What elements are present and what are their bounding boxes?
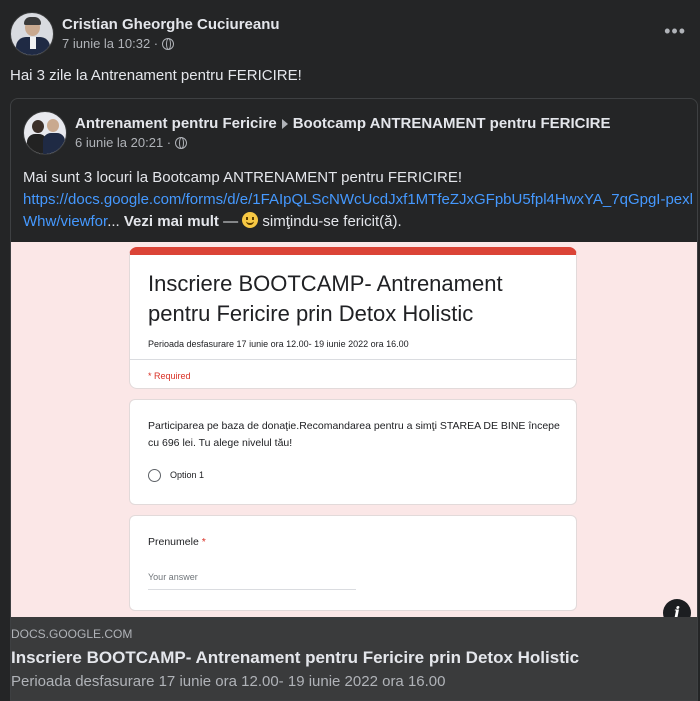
question-label-text: Prenumele — [148, 536, 199, 548]
form-question-card: Participarea pe baza de donaţie.Recomand… — [129, 399, 577, 505]
form-question-card: Prenumele * Your answer — [129, 515, 577, 611]
shared-meta: Antrenament pentru Fericire Bootcamp ANT… — [75, 114, 611, 152]
shared-time-text[interactable]: 6 iunie la 20:21 · — [75, 134, 171, 152]
question-label: Prenumele * — [148, 536, 206, 548]
post-time-text[interactable]: 7 iunie la 10:32 · — [62, 35, 158, 53]
form-title-card: Inscriere BOOTCAMP- Antrenament pentru F… — [129, 247, 577, 389]
text-ellipsis: ... — [107, 213, 120, 230]
see-more-link[interactable]: Vezi mai mult — [124, 213, 219, 230]
link-description: Perioada desfasurare 17 iunie ora 12.00-… — [11, 673, 446, 690]
link-preview-image[interactable]: Inscriere BOOTCAMP- Antrenament pentru F… — [11, 242, 697, 617]
group-name-link[interactable]: Antrenament pentru Fericire — [75, 114, 277, 134]
shared-post-header: Antrenament pentru Fericire Bootcamp ANT… — [23, 111, 611, 155]
triangle-right-icon — [281, 119, 288, 129]
answer-placeholder: Your answer — [148, 572, 356, 590]
author-name[interactable]: Cristian Gheorghe Cuciureanu — [62, 15, 280, 35]
link-title[interactable]: Inscriere BOOTCAMP- Antrenament pentru F… — [11, 648, 579, 668]
globe-icon — [162, 38, 175, 50]
shared-post-text: Mai sunt 3 locuri la Bootcamp ANTRENAMEN… — [23, 167, 693, 233]
more-options-icon[interactable]: ••• — [664, 22, 686, 40]
required-star: * — [201, 536, 206, 548]
post-meta: Cristian Gheorghe Cuciureanu 7 iunie la … — [62, 15, 280, 53]
post-text: Hai 3 zile la Antrenament pentru FERICIR… — [10, 67, 302, 84]
required-note: * Required — [148, 371, 191, 381]
post-timestamp[interactable]: 7 iunie la 10:32 · — [62, 35, 280, 53]
form-title: Inscriere BOOTCAMP- Antrenament pentru F… — [148, 271, 503, 326]
author-avatar[interactable] — [10, 12, 54, 56]
shared-text-line: Mai sunt 3 locuri la Bootcamp ANTRENAMEN… — [23, 169, 463, 186]
shared-post[interactable]: Antrenament pentru Fericire Bootcamp ANT… — [10, 98, 698, 701]
form-subtitle: Perioada desfasurare 17 iunie ora 12.00-… — [148, 339, 409, 349]
shared-post-title: Antrenament pentru Fericire Bootcamp ANT… — [75, 114, 611, 134]
shared-timestamp[interactable]: 6 iunie la 20:21 · — [75, 134, 611, 152]
divider — [130, 359, 576, 360]
link-domain: DOCS.GOOGLE.COM — [11, 627, 133, 641]
link-info-card[interactable]: DOCS.GOOGLE.COM Inscriere BOOTCAMP- Antr… — [11, 617, 697, 700]
smiley-icon — [242, 212, 259, 228]
feeling-dash: — — [223, 213, 243, 230]
post-header: Cristian Gheorghe Cuciureanu 7 iunie la … — [10, 12, 280, 56]
radio-option-label: Option 1 — [170, 470, 205, 480]
question-text: Participarea pe baza de donaţie.Recomand… — [148, 420, 560, 449]
facebook-post: Cristian Gheorghe Cuciureanu 7 iunie la … — [0, 0, 700, 701]
globe-icon — [175, 137, 188, 149]
event-name-link[interactable]: Bootcamp ANTRENAMENT pentru FERICIRE — [293, 114, 611, 134]
group-avatar[interactable] — [23, 111, 67, 155]
radio-button-icon — [148, 469, 161, 482]
feeling-text: simţindu-se fericit(ă). — [258, 213, 402, 230]
